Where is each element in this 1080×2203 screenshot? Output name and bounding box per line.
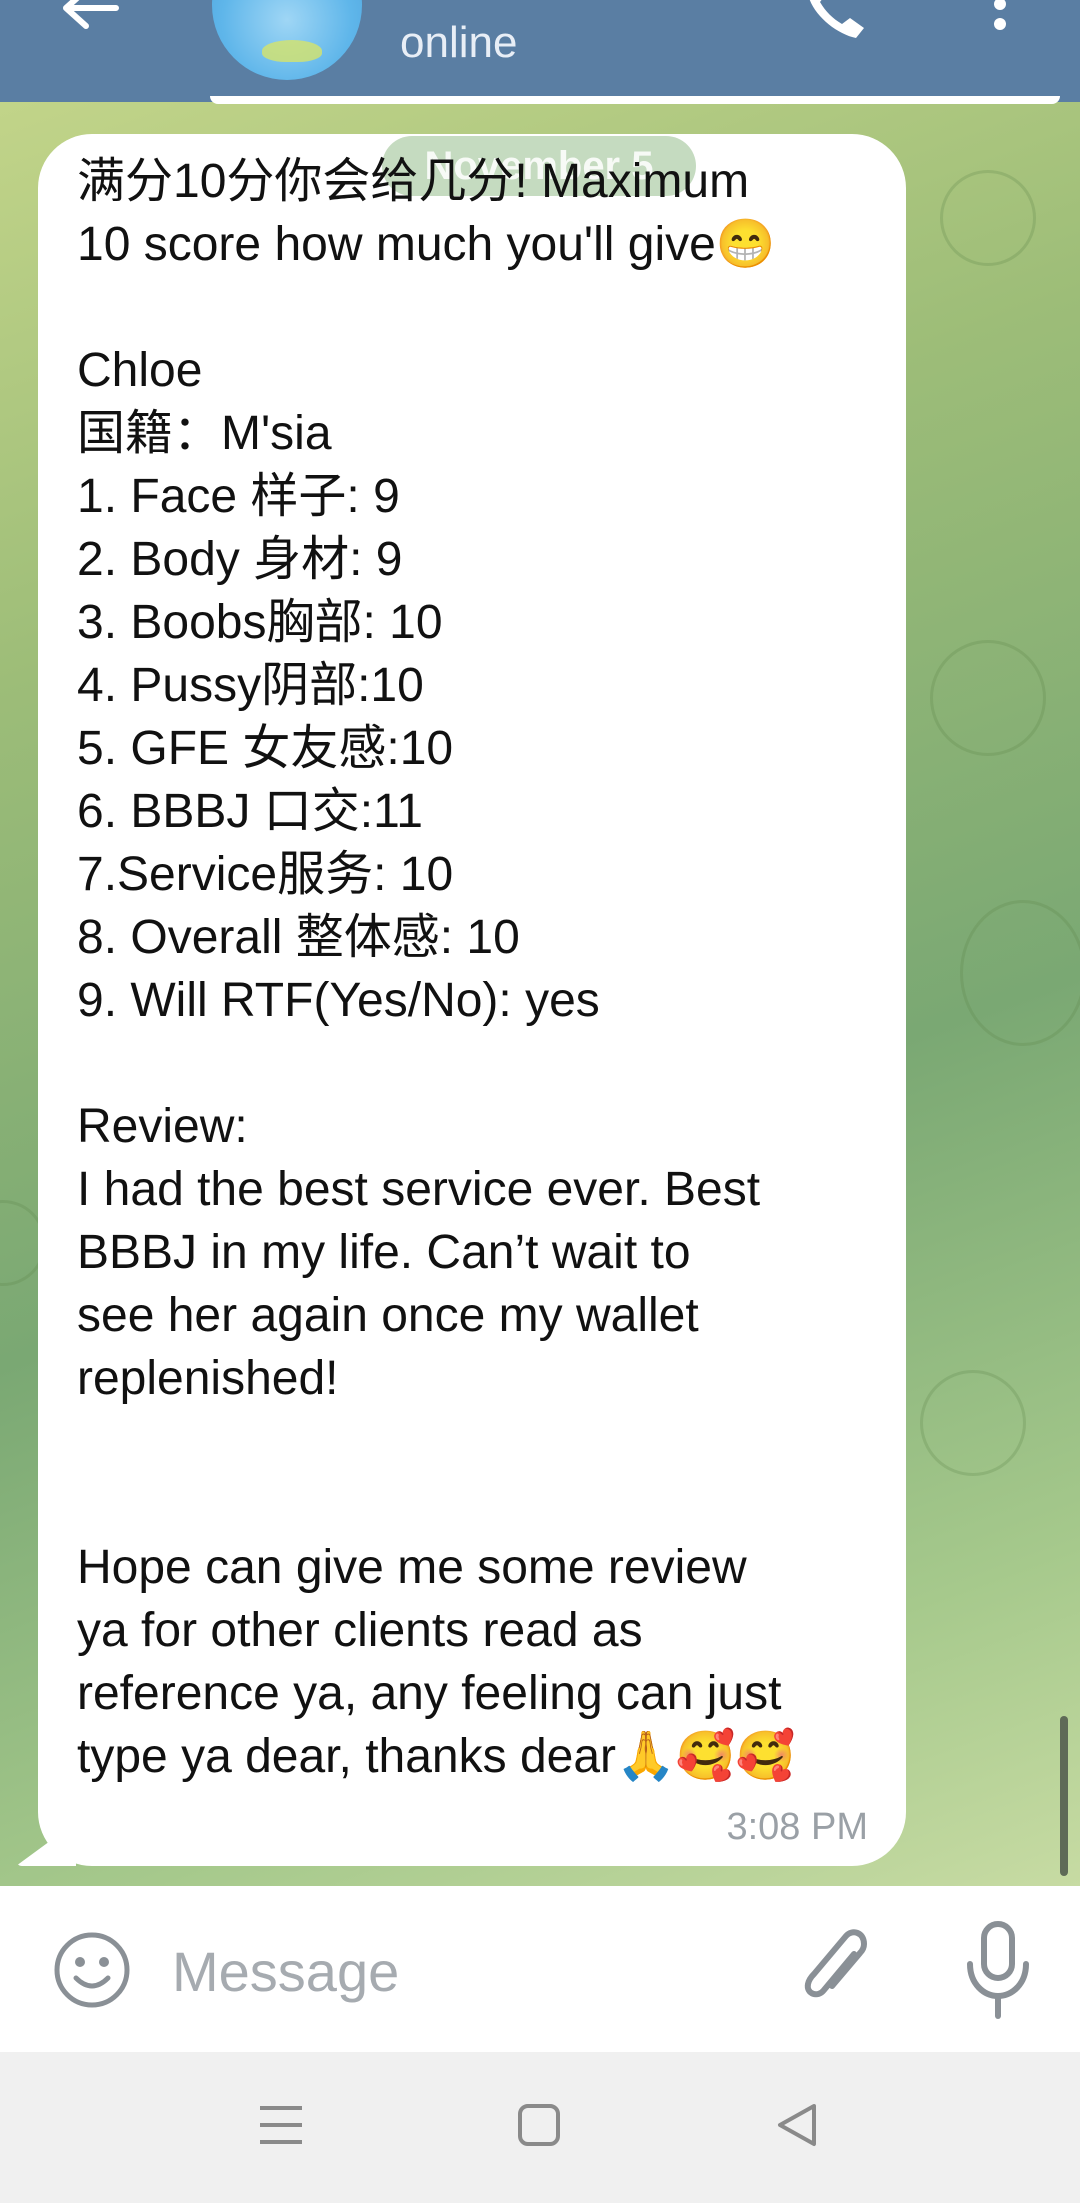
scrollbar[interactable] xyxy=(1060,1716,1068,1876)
microphone-icon[interactable] xyxy=(962,1920,1034,2020)
background-doodle xyxy=(920,1370,1026,1476)
phone-icon[interactable] xyxy=(800,0,880,44)
background-doodle xyxy=(960,900,1080,1046)
message-composer xyxy=(0,1886,1080,2052)
message-text: 满分10分你会给几分! Maximum 10 score how much yo… xyxy=(77,155,796,1783)
nav-back-icon[interactable] xyxy=(774,2102,820,2148)
system-nav-bar xyxy=(0,2052,1080,2203)
home-icon[interactable] xyxy=(516,2102,562,2148)
background-doodle xyxy=(930,640,1046,756)
message-input[interactable] xyxy=(170,1938,734,2004)
message-time: 3:08 PM xyxy=(726,1806,868,1848)
recents-icon[interactable] xyxy=(258,2102,304,2148)
chat-header: online xyxy=(0,0,1080,102)
contact-status: online xyxy=(400,18,518,67)
paperclip-icon[interactable] xyxy=(796,1924,876,2014)
header-divider xyxy=(210,96,1060,104)
arrow-left-icon[interactable] xyxy=(56,0,126,40)
avatar[interactable] xyxy=(212,0,362,80)
smiley-icon[interactable] xyxy=(52,1930,132,2010)
background-doodle xyxy=(940,170,1036,266)
more-vertical-icon[interactable] xyxy=(982,0,1018,40)
